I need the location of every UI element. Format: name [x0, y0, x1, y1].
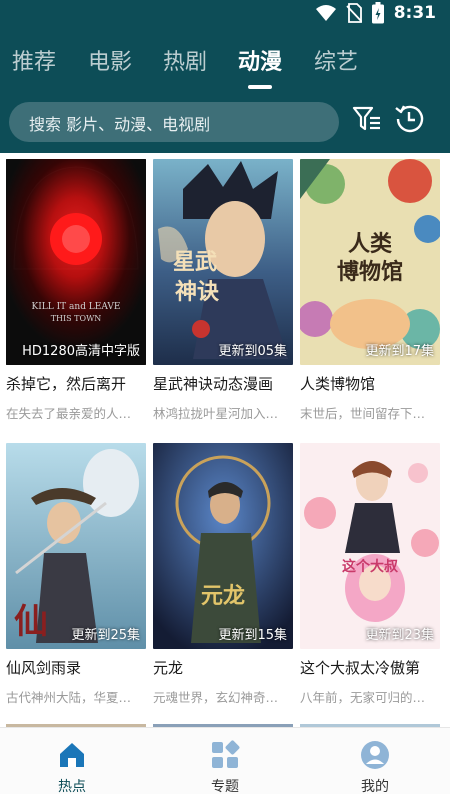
profile-icon	[361, 741, 389, 769]
card-description: 末世后，世间留存下…	[300, 406, 426, 421]
home-icon	[60, 743, 84, 767]
filter-icon[interactable]	[352, 104, 382, 134]
svg-text:这个大叔: 这个大叔	[342, 558, 399, 575]
no-sim-icon	[346, 3, 362, 23]
card-title: 杀掉它，然后离开	[6, 375, 127, 393]
poster-image: 元龙 更新到15集	[153, 443, 293, 649]
poster-image: KILL IT and LEAVE THIS TOWN HD1280高清中字版	[6, 159, 146, 365]
status-time: 8:31	[393, 3, 436, 23]
history-icon[interactable]	[392, 102, 426, 136]
card-description: 古代神州大陆，华夏…	[6, 690, 132, 705]
wifi-icon	[315, 5, 336, 21]
card-title: 元龙	[153, 659, 184, 677]
episode-badge: 更新到15集	[218, 628, 287, 643]
anime-card[interactable]: KILL IT and LEAVE THIS TOWN HD1280高清中字版 …	[6, 159, 146, 421]
anime-card[interactable]: 人类 博物馆 更新到17集 人类博物馆 末世后，世间留存下…	[300, 159, 440, 421]
nav-me[interactable]: 我的	[315, 728, 435, 794]
nav-label: 热点	[58, 779, 86, 794]
active-tab-indicator	[248, 85, 272, 89]
svg-text:星武: 星武	[173, 249, 217, 275]
card-description: 元魂世界，玄幻神奇…	[153, 690, 279, 705]
episode-badge: HD1280高清中字版	[22, 344, 140, 359]
tab-hot-series[interactable]: 热剧	[163, 44, 207, 76]
card-title: 人类博物馆	[300, 375, 376, 393]
status-bar: 8:31	[0, 0, 450, 26]
poster-image: 人类 博物馆 更新到17集	[300, 159, 440, 365]
nav-label: 专题	[211, 779, 239, 794]
tab-variety[interactable]: 综艺	[314, 44, 358, 76]
card-title: 星武神诀动态漫画	[153, 375, 274, 393]
nav-topics[interactable]: 专题	[165, 728, 285, 794]
episode-badge: 更新到17集	[365, 344, 434, 359]
episode-badge: 更新到23集	[365, 628, 434, 643]
card-description: 在失去了最亲爱的人…	[6, 406, 132, 421]
svg-text:博物馆: 博物馆	[337, 259, 403, 285]
nav-label: 我的	[361, 779, 389, 794]
card-title: 仙风剑雨录	[6, 659, 82, 677]
svg-text:人类: 人类	[348, 232, 393, 257]
svg-text:KILL IT and LEAVE: KILL IT and LEAVE	[32, 302, 121, 312]
anime-card[interactable]: 元龙 更新到15集 元龙 元魂世界，玄幻神奇…	[153, 443, 293, 705]
episode-badge: 更新到25集	[71, 628, 140, 643]
top-header: 8:31 推荐 电影 热剧 动漫 综艺 搜索 影片、动漫、电视剧	[0, 0, 450, 153]
nav-hot[interactable]: 热点	[12, 728, 132, 794]
tab-movies[interactable]: 电影	[88, 44, 132, 76]
search-placeholder: 搜索 影片、动漫、电视剧	[29, 115, 211, 134]
battery-icon	[371, 2, 384, 24]
episode-badge: 更新到05集	[218, 344, 287, 359]
poster-image: 仙 更新到25集	[6, 443, 146, 649]
svg-text:THIS TOWN: THIS TOWN	[51, 314, 102, 323]
tab-recommend[interactable]: 推荐	[12, 44, 56, 76]
card-description: 林鸿拉拢叶星河加入…	[153, 406, 279, 421]
tab-anime[interactable]: 动漫	[238, 44, 282, 76]
topics-icon	[212, 740, 240, 768]
card-description: 八年前，无家可归的…	[300, 690, 426, 705]
card-title: 这个大叔太冷傲第	[300, 659, 421, 677]
anime-card[interactable]: 星武 神诀 更新到05集 星武神诀动态漫画 林鸿拉拢叶星河加入…	[153, 159, 293, 421]
category-tabs: 推荐 电影 热剧 动漫 综艺	[0, 44, 450, 94]
anime-card[interactable]: 这个大叔 更新到23集 这个大叔太冷傲第 八年前，无家可归的…	[300, 443, 440, 705]
bottom-navigation: 热点 专题 我的	[0, 727, 450, 794]
poster-image: 星武 神诀 更新到05集	[153, 159, 293, 365]
svg-text:元龙: 元龙	[201, 583, 245, 609]
poster-image: 这个大叔 更新到23集	[300, 443, 440, 649]
search-input[interactable]: 搜索 影片、动漫、电视剧	[9, 102, 339, 142]
anime-card[interactable]: 仙 更新到25集 仙风剑雨录 古代神州大陆，华夏…	[6, 443, 146, 705]
svg-text:神诀: 神诀	[175, 279, 219, 305]
svg-text:仙: 仙	[14, 602, 48, 642]
